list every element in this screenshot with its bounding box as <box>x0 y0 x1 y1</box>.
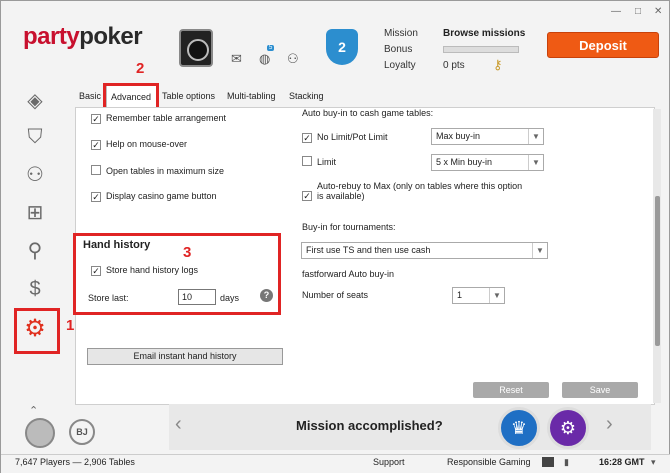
groups-icon[interactable]: ⚇ <box>21 161 49 189</box>
lobby-icon[interactable]: ◈ <box>21 87 49 115</box>
annotation-1: 1 <box>66 317 75 334</box>
clock-options-icon[interactable]: ▾ <box>651 457 656 468</box>
banner-title: Mission accomplished? <box>296 418 443 433</box>
annotation-2: 2 <box>136 60 145 77</box>
fastforward-title: fastforward Auto buy-in <box>302 269 395 279</box>
casino-button-checkbox[interactable]: ✓ Display casino game button <box>91 191 217 202</box>
help-mouseover-checkbox[interactable]: ✓ Help on mouse-over <box>91 139 187 150</box>
deposit-button[interactable]: Deposit <box>547 32 659 58</box>
store-last-input[interactable]: 10 <box>178 289 216 305</box>
mail-icon[interactable]: ✉ <box>231 51 242 67</box>
cashier-icon[interactable]: $ <box>21 275 49 303</box>
partypoker-logo: partypoker <box>23 23 143 50</box>
trophy-badge-icon: ♛ <box>498 407 540 449</box>
advanced-highlight-box <box>103 83 159 110</box>
days-label: days <box>220 293 240 303</box>
save-button[interactable]: Save <box>562 382 638 398</box>
gear-badge-icon: ⚙ <box>547 407 589 449</box>
tab-basic[interactable]: Basic <box>75 85 105 107</box>
tab-multi-tabling[interactable]: Multi-tabling <box>223 85 280 107</box>
nl-pl-checkbox[interactable]: ✓ No Limit/Pot Limit <box>302 132 388 143</box>
auto-buyin-title: Auto buy-in to cash game tables: <box>302 108 434 118</box>
hand-history-title: Hand history <box>83 239 151 251</box>
notification-badge: 5 <box>267 45 275 51</box>
age-restriction-icon <box>542 457 554 467</box>
tournament-buyin-select[interactable]: First use TS and then use cash ▼ <box>301 242 548 259</box>
auto-rebuy-checkbox[interactable]: ✓Auto-rebuy to Max (only on tables where… <box>302 181 522 201</box>
reset-button[interactable]: Reset <box>473 382 549 398</box>
close-button[interactable]: ✕ <box>654 6 662 17</box>
responsible-gaming-link[interactable]: Responsible Gaming <box>447 457 531 467</box>
remember-table-checkbox[interactable]: ✓ Remember table arrangement <box>91 113 226 124</box>
table-icon[interactable] <box>25 418 55 448</box>
banner-prev-arrow[interactable]: ‹ <box>175 413 182 436</box>
support-link[interactable]: Support <box>373 457 405 467</box>
limit-select[interactable]: 5 x Min buy-in ▼ <box>431 154 544 171</box>
blackjack-icon[interactable]: BJ <box>69 419 95 445</box>
globe-icon[interactable]: ◍ <box>259 51 270 67</box>
account-icon[interactable]: ⚲ <box>21 237 49 265</box>
help-icon[interactable]: ? <box>260 289 273 302</box>
shield-icon[interactable]: ⛉ <box>21 123 49 151</box>
seats-label: Number of seats <box>302 290 369 300</box>
bonus-progress-bar <box>443 46 519 53</box>
avatar[interactable] <box>179 29 213 67</box>
tab-table-options[interactable]: Table options <box>158 85 219 107</box>
bonus-label: Bonus <box>384 44 413 55</box>
nl-pl-select[interactable]: Max buy-in ▼ <box>431 128 544 145</box>
store-hand-history-checkbox[interactable]: ✓ Store hand history logs <box>91 265 198 276</box>
gift-icon[interactable]: ⊞ <box>21 199 49 227</box>
seats-select[interactable]: 1 ▼ <box>452 287 505 304</box>
minimize-button[interactable]: — <box>611 6 621 17</box>
mission-label: Mission <box>384 28 418 39</box>
clock: 16:28 GMT <box>599 457 645 467</box>
key-icon: ⚷ <box>493 57 503 72</box>
open-max-checkbox[interactable]: Open tables in maximum size <box>91 165 224 176</box>
tab-stacking[interactable]: Stacking <box>285 85 328 107</box>
loyalty-label: Loyalty <box>384 60 416 71</box>
scrollbar-thumb[interactable] <box>655 196 660 346</box>
settings-highlight-box <box>14 308 60 354</box>
level-badge[interactable]: 2 <box>326 29 358 65</box>
sidebar-scroll-up[interactable]: ⌃ <box>29 404 38 417</box>
maximize-button[interactable]: □ <box>635 6 641 17</box>
poker-client-window: — □ ✕ partypoker ✉ ◍ 5 ⚇ 2 Mission Bonus… <box>0 0 670 473</box>
banner-next-arrow[interactable]: › <box>606 413 613 436</box>
browse-missions-link[interactable]: Browse missions <box>443 28 525 39</box>
limit-checkbox[interactable]: Limit <box>302 156 336 167</box>
friends-icon[interactable]: ⚇ <box>287 51 299 67</box>
tournament-buyin-title: Buy-in for tournaments: <box>302 222 396 232</box>
annotation-3: 3 <box>183 244 192 261</box>
email-hand-history-button[interactable]: Email instant hand history <box>87 348 283 365</box>
loyalty-points: 0 pts <box>443 60 465 71</box>
store-last-label: Store last: <box>88 293 129 303</box>
sidebar: ◈ ⛉ ⚇ ⊞ ⚲ $ ⚙ <box>1 79 65 451</box>
player-table-count: 7,647 Players — 2,906 Tables <box>15 457 135 467</box>
signal-icon: ▮ <box>564 457 569 467</box>
